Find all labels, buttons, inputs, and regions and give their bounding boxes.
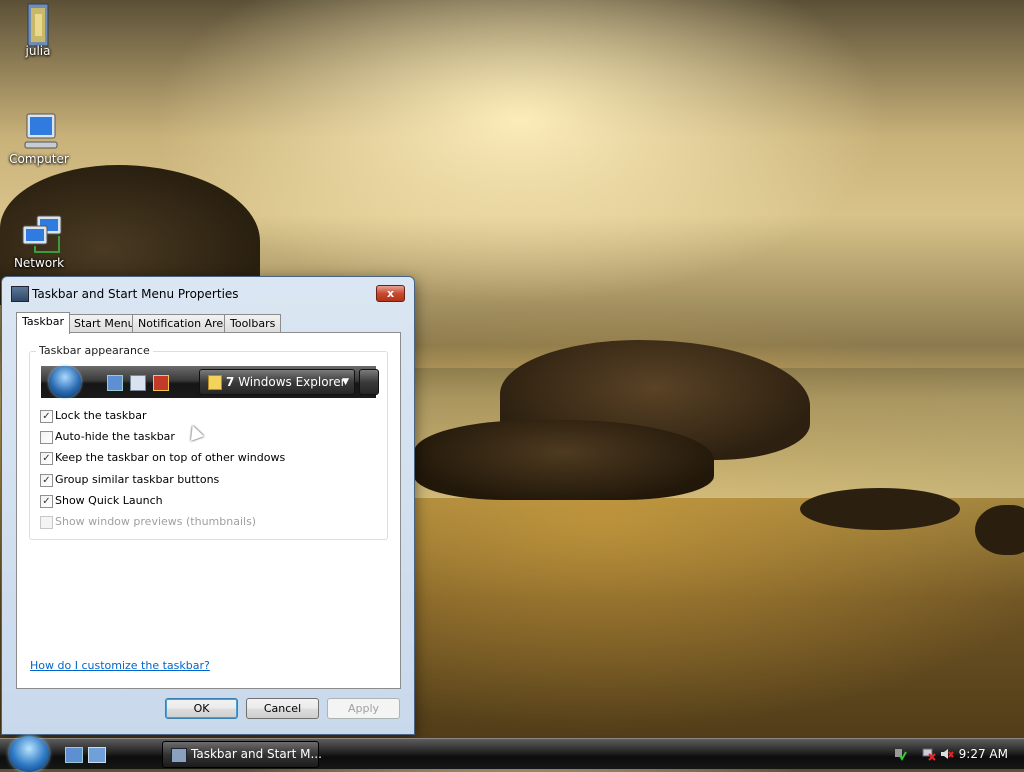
start-orb-icon [49, 366, 81, 398]
option-label: Show Quick Launch [55, 494, 163, 507]
checkbox-checked[interactable]: ✓ [40, 495, 53, 508]
help-link[interactable]: How do I customize the taskbar? [30, 659, 210, 672]
checkbox-checked[interactable]: ✓ [40, 474, 53, 487]
taskbar-properties-icon [171, 748, 187, 763]
chevron-down-icon: ▼ [342, 377, 349, 387]
ok-button[interactable]: OK [165, 698, 238, 719]
volume-muted-icon[interactable] [940, 747, 954, 761]
tab-start-menu[interactable]: Start Menu [68, 314, 141, 333]
taskbar-preview: 7 Windows Explorer ▼ [41, 366, 379, 398]
dialog-titlebar[interactable]: Taskbar and Start Menu Properties x [2, 277, 414, 307]
safely-remove-hardware-icon[interactable] [893, 747, 907, 761]
taskbar-appearance-group: Taskbar appearance 7 Windows Explorer ▼ [29, 344, 388, 540]
desktop-icon-julia[interactable]: julia [0, 2, 76, 58]
preview-button-label: Windows Explorer [238, 375, 346, 389]
tab-taskbar[interactable]: Taskbar [16, 312, 70, 334]
switch-windows-icon [130, 375, 146, 391]
option-label: Keep the taskbar on top of other windows [55, 451, 286, 464]
tab-notification-area[interactable]: Notification Area [132, 314, 236, 333]
taskbar-properties-icon [11, 286, 29, 302]
option-label: Lock the taskbar [55, 409, 147, 422]
checkbox-disabled [40, 516, 53, 529]
dialog-title: Taskbar and Start Menu Properties [32, 287, 239, 301]
apply-button: Apply [327, 698, 400, 719]
wallpaper-rock-middle [414, 420, 714, 500]
taskbar-button-properties[interactable]: Taskbar and Start M... [162, 741, 322, 768]
taskbar-button-label: Taskbar and Start M... [191, 747, 322, 761]
desktop-icon-label: julia [25, 44, 51, 58]
show-desktop-icon[interactable] [65, 747, 83, 763]
option-label: Show window previews (thumbnails) [55, 515, 257, 528]
desktop-icon-label: Network [13, 256, 65, 270]
checkbox-unchecked[interactable] [40, 431, 53, 444]
cancel-button[interactable]: Cancel [246, 698, 319, 719]
desktop-icon-label: Computer [9, 152, 69, 166]
show-desktop-icon [107, 375, 123, 391]
taskbar-properties-dialog: Taskbar and Start Menu Properties x Task… [1, 276, 415, 735]
wallpaper-rock-far-right [975, 505, 1024, 555]
preview-group-count: 7 [226, 375, 235, 389]
preview-task-button-partial [359, 369, 379, 395]
desktop-icon-computer[interactable]: Computer [1, 110, 77, 166]
desktop-icon-network[interactable]: Network [1, 214, 77, 270]
network-icon [19, 214, 62, 254]
option-label: Auto-hide the taskbar [55, 430, 175, 443]
group-label: Taskbar appearance [36, 344, 153, 357]
folder-icon [18, 2, 58, 47]
tab-panel-taskbar: Taskbar appearance 7 Windows Explorer ▼ [16, 332, 401, 689]
wallpaper-rock-right [800, 488, 960, 530]
folder-icon [208, 375, 222, 390]
close-button[interactable]: x [376, 285, 405, 302]
checkbox-checked[interactable]: ✓ [40, 410, 53, 423]
network-status-icon[interactable] [922, 747, 936, 761]
switch-windows-icon[interactable] [88, 747, 106, 763]
checkbox-checked[interactable]: ✓ [40, 452, 53, 465]
media-icon [153, 375, 169, 391]
computer-icon [19, 110, 59, 150]
preview-task-button: 7 Windows Explorer ▼ [199, 369, 355, 395]
tab-toolbars[interactable]: Toolbars [224, 314, 282, 333]
option-label: Group similar taskbar buttons [55, 473, 220, 486]
clock[interactable]: 9:27 AM [959, 739, 1008, 769]
taskbar: Taskbar and Start M... 9:27 AM [0, 736, 1024, 772]
start-button[interactable] [9, 736, 49, 772]
